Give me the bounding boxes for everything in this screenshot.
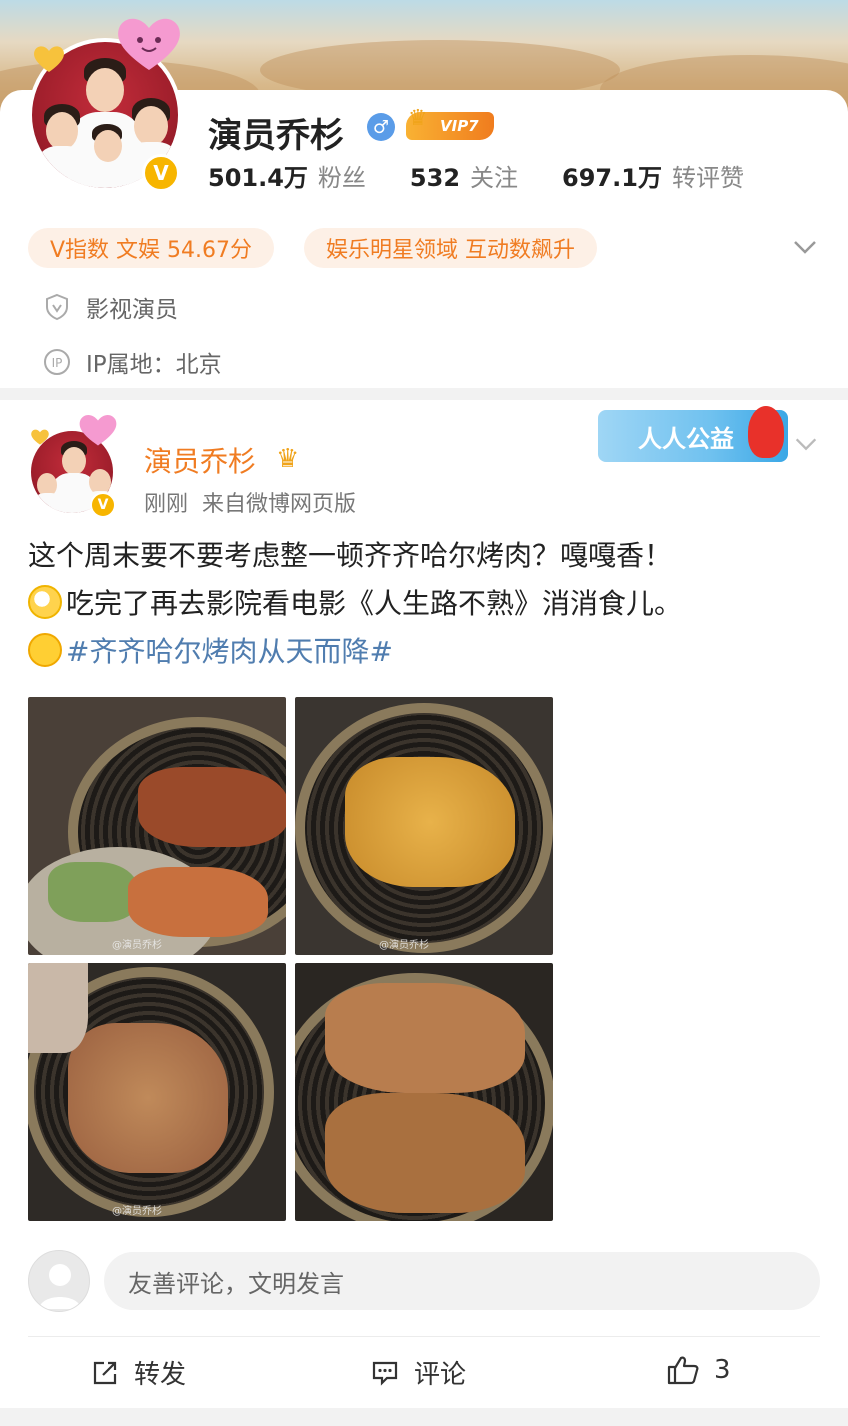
laughing-face-icon — [28, 633, 62, 667]
stat-label: 转评赞 — [671, 164, 744, 192]
comment-input[interactable]: 友善评论，文明发言 — [104, 1252, 820, 1310]
verified-icon: V — [142, 154, 180, 192]
hashtag-link[interactable]: #齐齐哈尔烤肉从天而降# — [66, 635, 393, 668]
watermark: @演员乔杉 — [112, 1206, 162, 1217]
stat-interactions[interactable]: 697.1万 转评赞 — [562, 158, 744, 193]
mascot-icon — [748, 406, 784, 458]
profile-stats: 501.4万 粉丝 532 关注 697.1万 转评赞 — [208, 158, 788, 193]
profile-name: 演员乔杉 — [208, 116, 344, 156]
stat-followers[interactable]: 501.4万 粉丝 — [208, 158, 366, 193]
crown-icon: ♛ — [408, 106, 428, 131]
comment-button[interactable]: 评论 — [370, 1354, 466, 1391]
post-card: V 演员乔杉 ♛ 刚刚 来自微博网页版 人人公益 这个周末要不要考虑整一顿齐齐哈… — [0, 400, 848, 1408]
food-photo-3[interactable]: @演员乔杉 — [28, 963, 286, 1221]
ip-row: IP IP属地：北京 — [42, 345, 222, 379]
post-text: 这个周末要不要考虑整一顿齐齐哈尔烤肉？嘎嘎香！ 吃完了再去影院看电影《人生路不熟… — [28, 532, 820, 676]
ip-icon: IP — [44, 349, 70, 375]
stat-number: 501.4万 — [208, 164, 308, 192]
stat-number: 697.1万 — [562, 164, 662, 192]
charity-label: 人人公益 — [638, 424, 734, 453]
stat-label: 粉丝 — [317, 164, 366, 192]
post-text-line: 吃完了再去影院看电影《人生路不熟》消消食儿。 — [66, 587, 683, 620]
post-author-name[interactable]: 演员乔杉 — [144, 440, 256, 480]
repost-button[interactable]: 转发 — [90, 1354, 186, 1391]
comment-row: 友善评论，文明发言 — [28, 1250, 820, 1312]
divider — [28, 1336, 820, 1337]
crown-icon: ♛ — [276, 444, 300, 474]
person-icon — [39, 1264, 81, 1309]
heart-small-icon — [31, 429, 49, 445]
post-text-line: 这个周末要不要考虑整一顿齐齐哈尔烤肉？嘎嘎香！ — [28, 539, 673, 572]
ip-text: IP属地：北京 — [86, 352, 222, 378]
occupation-row: 影视演员 — [42, 290, 178, 324]
post-text-line-2: 吃完了再去影院看电影《人生路不熟》消消食儿。 — [28, 580, 820, 628]
chevron-down-icon[interactable] — [790, 232, 820, 262]
food-photo-4[interactable] — [295, 963, 553, 1221]
user-avatar[interactable] — [28, 1250, 90, 1312]
heart-icon — [118, 18, 180, 70]
repost-label: 转发 — [134, 1360, 187, 1390]
occupation-text: 影视演员 — [86, 297, 178, 323]
stat-label: 关注 — [470, 164, 519, 192]
post-meta: 刚刚 来自微博网页版 — [144, 492, 356, 517]
stat-following[interactable]: 532 关注 — [410, 158, 518, 193]
svg-text:IP: IP — [52, 356, 63, 370]
verified-icon: V — [90, 492, 116, 518]
post-text-line-3: #齐齐哈尔烤肉从天而降# — [28, 628, 820, 676]
comment-placeholder: 友善评论，文明发言 — [128, 1269, 344, 1298]
food-photo-2[interactable]: @演员乔杉 — [295, 697, 553, 955]
stat-number: 532 — [409, 164, 461, 192]
thumbs-up-icon — [667, 1356, 699, 1385]
vip-label: VIP7 — [440, 117, 479, 135]
domain-pill[interactable]: 娱乐明星领域 互动数飙升 — [304, 228, 597, 268]
like-count: 3 — [714, 1355, 731, 1385]
comment-label: 评论 — [414, 1360, 467, 1390]
chevron-down-icon[interactable] — [792, 430, 820, 458]
heart-small-icon — [34, 46, 64, 72]
v-index-pill[interactable]: V指数 文娱 54.67分 — [28, 228, 275, 268]
vip-badge[interactable]: ♛ VIP7 — [406, 106, 494, 140]
food-photo-1[interactable]: @演员乔杉 — [28, 697, 286, 955]
like-button[interactable]: 3 — [666, 1354, 731, 1386]
image-grid: @演员乔杉 @演员乔杉 @演员乔杉 — [28, 697, 554, 1221]
watermark: @演员乔杉 — [379, 940, 429, 951]
charity-badge[interactable]: 人人公益 — [598, 406, 788, 462]
dizzy-face-icon — [28, 585, 62, 619]
comment-icon — [372, 1361, 398, 1386]
shield-icon — [46, 293, 68, 321]
heart-icon — [79, 414, 117, 446]
male-icon: ♂ — [367, 113, 395, 141]
watermark: @演员乔杉 — [112, 940, 162, 951]
share-icon — [93, 1361, 117, 1384]
